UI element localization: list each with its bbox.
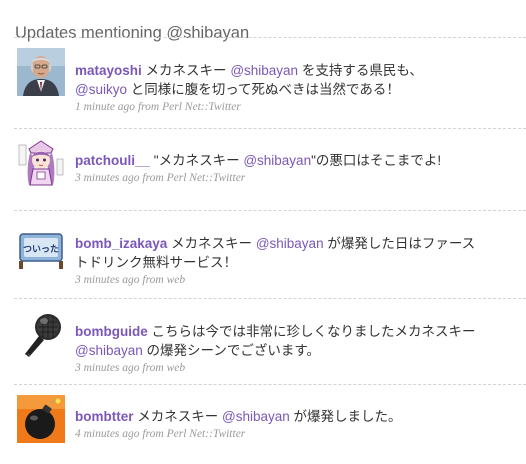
status-text: "の悪口はそこまでよ! [311,153,442,168]
timestamp-link[interactable]: 3 minutes ago [75,172,140,184]
status-body: bombtter メカネスキー @shibayan が爆発しました。 4 min… [75,407,507,442]
status-text: が爆発した日はファース [323,236,476,251]
mention-link[interactable]: @shibayan [75,343,143,358]
status-text: トドリンク無料サービス！ [75,255,237,270]
status-meta: 3 minutes ago from web [75,273,507,288]
avatar[interactable]: ついった [17,224,65,272]
source-link[interactable]: Perl Net::Twitter [167,172,246,184]
source-prefix: from [142,428,164,440]
status-meta: 3 minutes ago from web [75,361,507,376]
status-item: ついった bomb_izakaya メカネスキー @shibayan が爆発した… [14,210,526,299]
source-prefix: from [142,274,164,286]
source-link[interactable]: web [167,362,186,374]
politician-portrait-avatar-icon [17,48,65,96]
status-body: matayoshi メカネスキー @shibayan を支持する県民も、 @su… [75,61,507,115]
source-prefix: from [142,172,164,184]
timestamp-link[interactable]: 1 minute ago [75,101,135,113]
status-text: を支持する県民も、 [298,63,423,78]
timeline-page: Updates mentioning @shibayan matayoshi メ… [0,0,526,463]
screen-name-link[interactable]: bomb_izakaya [75,236,167,251]
status-text: メカネスキー [137,409,223,424]
status-text: メカネスキー [171,236,256,251]
status-meta: 4 minutes ago from Perl Net::Twitter [75,427,507,442]
izakaya-sign-avatar-icon: ついった [17,224,65,272]
status-body: patchouli__ "メカネスキー @shibayan"の悪口はそこまでよ!… [75,151,507,186]
timestamp-link[interactable]: 3 minutes ago [75,362,140,374]
mention-link[interactable]: @shibayan [222,409,290,424]
status-body: bomb_izakaya メカネスキー @shibayan が爆発した日はファー… [75,234,507,288]
mention-link[interactable]: @suikyo [75,82,127,97]
source-link[interactable]: web [167,274,186,286]
status-text: が爆発しました。 [289,409,402,424]
screen-name-link[interactable]: matayoshi [75,63,142,78]
avatar[interactable] [17,48,65,96]
timestamp-link[interactable]: 4 minutes ago [75,428,140,440]
status-text: の爆発シーンでございます。 [142,343,320,358]
status-text: メカネスキー [145,63,231,78]
mention-link[interactable]: @shibayan [230,63,298,78]
source-prefix: from [142,362,164,374]
status-item: bombtter メカネスキー @shibayan が爆発しました。 4 min… [14,384,526,464]
source-link[interactable]: Perl Net::Twitter [162,101,241,113]
status-meta: 1 minute ago from Perl Net::Twitter [75,100,507,115]
status-meta: 3 minutes ago from Perl Net::Twitter [75,171,507,186]
status-text: と同様に腹を切って死ぬべきは当然である！ [126,82,400,97]
mention-link[interactable]: @shibayan [243,153,311,168]
bomb-avatar-icon [17,395,65,443]
source-prefix: from [137,101,160,113]
avatar[interactable] [17,139,65,187]
screen-name-link[interactable]: bombtter [75,409,134,424]
avatar[interactable] [17,395,65,443]
sign-text: ついった [23,244,59,255]
status-text: こちらは今では非常に珍しくなりましたメカネスキー [151,324,476,339]
status-item: patchouli__ "メカネスキー @shibayan"の悪口はそこまでよ!… [14,128,526,211]
source-link[interactable]: Perl Net::Twitter [167,428,246,440]
status-item: bombguide こちらは今では非常に珍しくなりましたメカネスキー @shib… [14,298,526,385]
status-text: "メカネスキー [153,153,244,168]
status-item: matayoshi メカネスキー @shibayan を支持する県民も、 @su… [14,37,526,129]
mention-link[interactable]: @shibayan [256,236,324,251]
avatar[interactable] [17,310,65,358]
timestamp-link[interactable]: 3 minutes ago [75,274,140,286]
status-body: bombguide こちらは今では非常に珍しくなりましたメカネスキー @shib… [75,322,507,376]
screen-name-link[interactable]: patchouli__ [75,153,150,168]
microphone-avatar-icon [17,310,65,358]
anime-girl-avatar-icon [17,139,65,187]
screen-name-link[interactable]: bombguide [75,324,148,339]
